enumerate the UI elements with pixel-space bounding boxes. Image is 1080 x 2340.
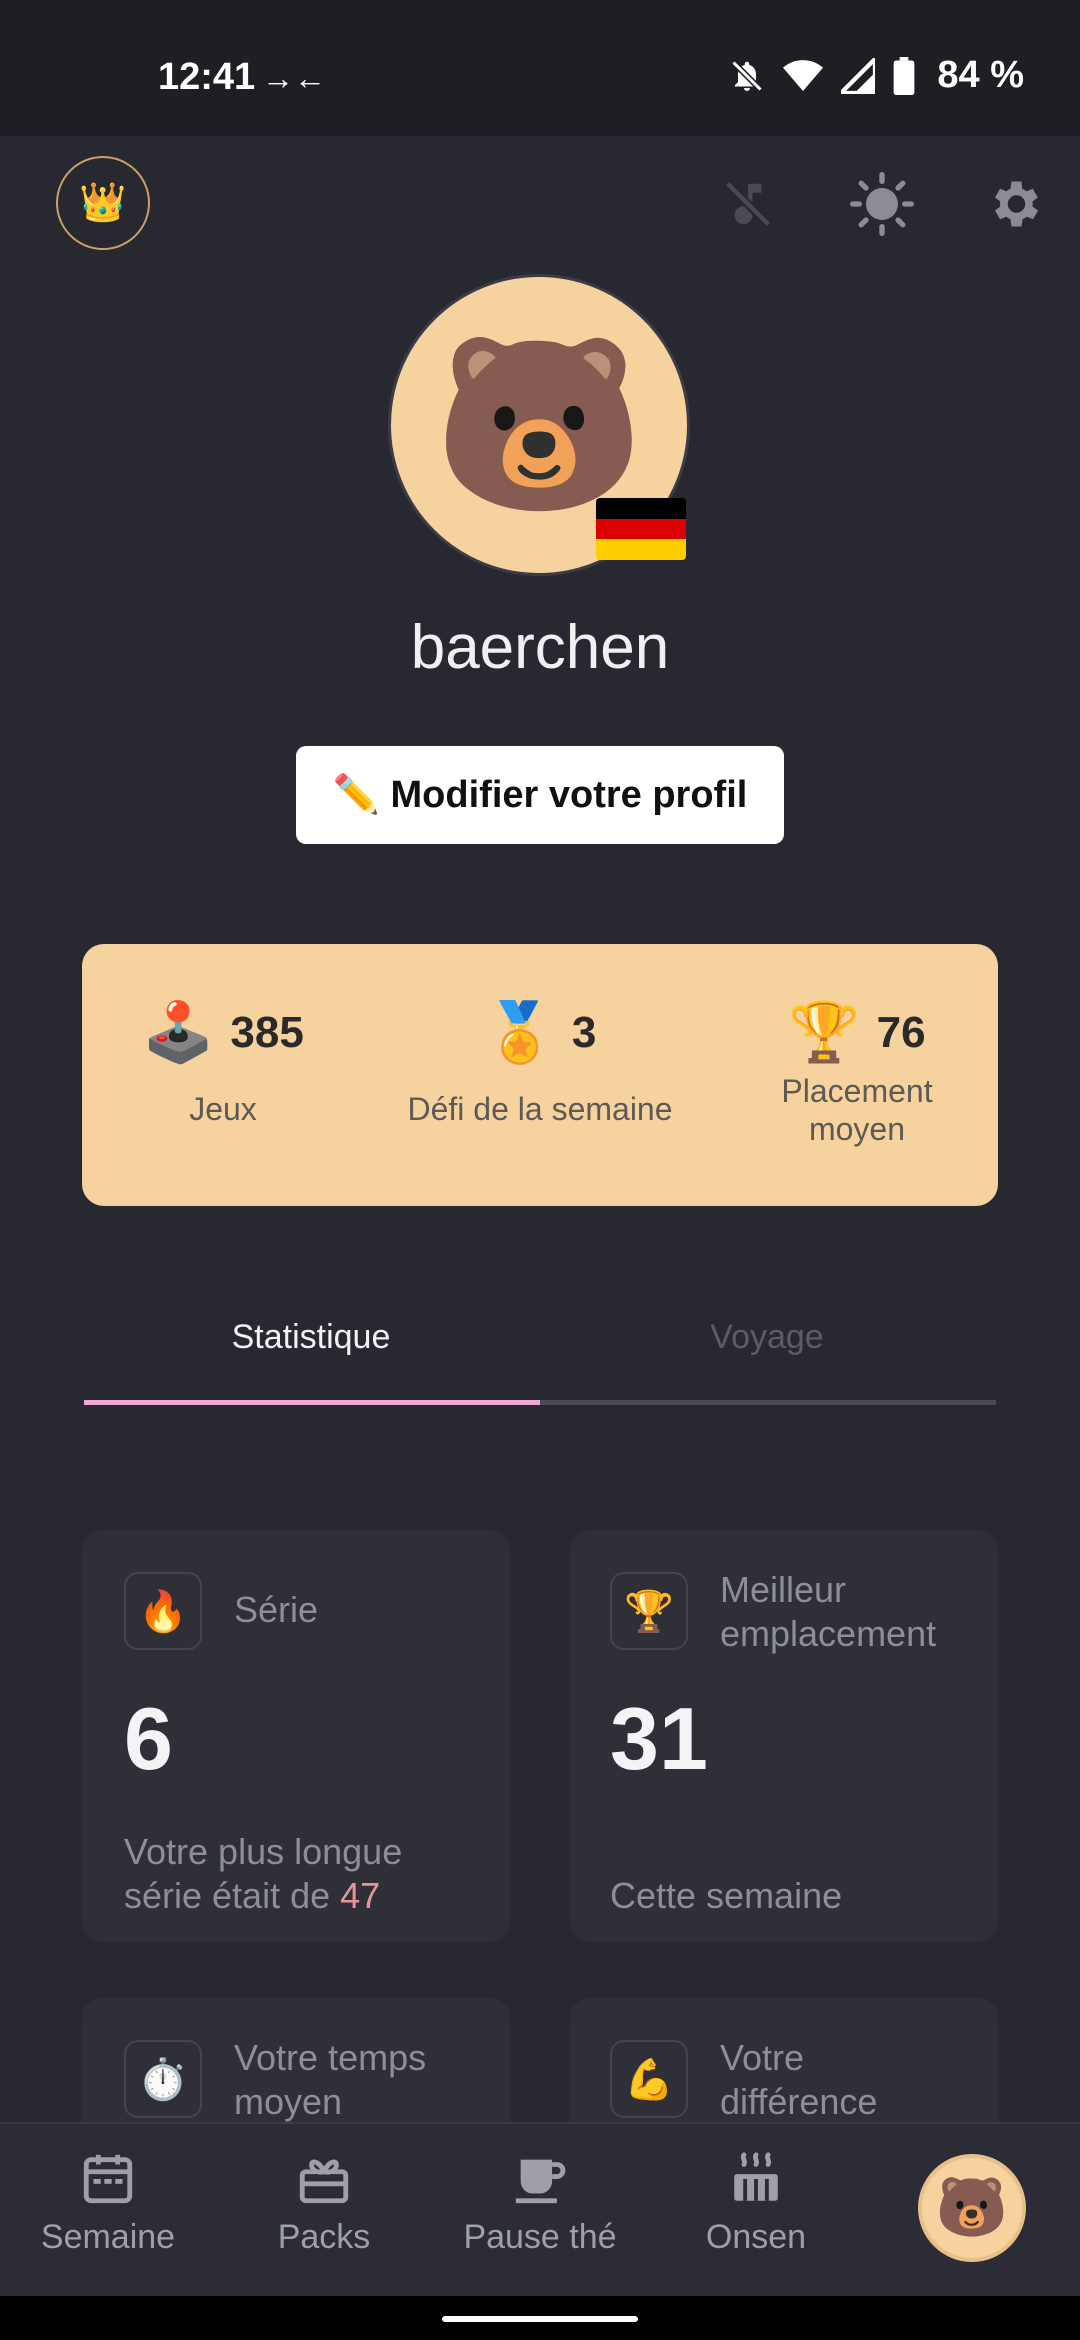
tile-best-placement-subtitle: Cette semaine <box>610 1875 843 1916</box>
tab-indicator-track <box>540 1400 996 1405</box>
joystick-icon: 🕹️ <box>142 1000 215 1065</box>
signal-icon <box>841 57 876 94</box>
tab-indicator-active <box>84 1400 540 1405</box>
stat-games-label: Jeux <box>189 1091 257 1127</box>
stat-games: 🕹️ 385 Jeux <box>98 944 348 1206</box>
stat-weekly-challenge: 🏅 3 Défi de la semaine <box>382 944 698 1206</box>
music-off-button[interactable] <box>716 172 780 236</box>
status-time: 12:41 <box>158 56 256 98</box>
tea-cup-icon <box>515 2159 566 2204</box>
nav-semaine[interactable]: Semaine <box>0 2150 216 2257</box>
nav-onsen-label: Onsen <box>705 2218 807 2256</box>
tile-best-placement: 🏆 Meilleur emplacement 31 Cette semaine <box>570 1530 998 1942</box>
username: baerchen <box>410 613 670 682</box>
tile-difference: 💪 Votre différence <box>570 1998 998 2122</box>
nav-profile-avatar[interactable]: 🐻 <box>918 2154 1026 2262</box>
fire-icon: 🔥 <box>124 1572 202 1650</box>
premium-crown-button[interactable]: 👑 <box>56 156 150 250</box>
calendar-icon <box>83 2154 133 2204</box>
settings-button[interactable] <box>982 172 1046 236</box>
music-off-icon <box>724 180 772 228</box>
medal-icon: 🏅 <box>483 1000 556 1065</box>
tile-average-time: ⏱️ Votre temps moyen <box>82 1998 510 2122</box>
trophy-icon: 🏆 <box>788 1000 861 1065</box>
status-icons: 84 % <box>729 54 1024 97</box>
home-indicator[interactable] <box>442 2316 638 2322</box>
onsen-icon <box>734 2152 778 2201</box>
flexed-biceps-icon: 💪 <box>610 2040 688 2118</box>
brightness-icon <box>850 172 914 236</box>
stats-card: 🕹️ 385 Jeux 🏅 3 Défi de la semaine 🏆 76 … <box>82 944 998 1206</box>
germany-flag-icon <box>596 498 686 560</box>
edit-profile-button[interactable]: ✏️ Modifier votre profil <box>296 746 784 844</box>
nav-pause-the-label: Pause thé <box>463 2218 617 2256</box>
tile-streak-subtitle: Votre plus longue série était de 47 <box>124 1830 464 1918</box>
stat-weekly-challenge-value: 3 <box>571 1008 597 1057</box>
data-saver-arrows-icon: →← <box>262 60 326 96</box>
tab-voyage[interactable]: Voyage <box>538 1318 996 1357</box>
tile-average-time-title: Votre temps moyen <box>234 2037 427 2122</box>
nav-pause-the[interactable]: Pause thé <box>432 2150 648 2257</box>
gear-icon <box>995 181 1038 227</box>
stat-average-placement-label: Placement moyen <box>781 1073 933 1147</box>
nav-onsen[interactable]: Onsen <box>648 2150 864 2257</box>
bear-avatar-icon: 🐻 <box>935 2175 1009 2240</box>
wifi-icon <box>783 59 824 91</box>
battery-icon <box>894 56 915 95</box>
edit-profile-label: ✏️ Modifier votre profil <box>332 774 748 816</box>
nav-semaine-label: Semaine <box>40 2218 176 2256</box>
tile-streak-longest-value: 47 <box>340 1875 381 1916</box>
tile-streak-value: 6 <box>124 1689 173 1788</box>
tile-best-placement-title: Meilleur emplacement <box>720 1569 937 1654</box>
tile-streak-title: Série <box>234 1589 319 1630</box>
tab-statistique[interactable]: Statistique <box>82 1318 540 1357</box>
trophy-icon: 🏆 <box>610 1572 688 1650</box>
battery-percent: 84 % <box>937 54 1024 96</box>
bell-off-icon <box>731 59 763 92</box>
stat-average-placement: 🏆 76 Placement moyen <box>732 944 982 1206</box>
crown-icon: 👑 <box>79 182 127 224</box>
stat-games-value: 385 <box>230 1008 304 1057</box>
nav-packs-label: Packs <box>277 2218 371 2256</box>
stopwatch-icon: ⏱️ <box>124 2040 202 2118</box>
tile-best-placement-value: 31 <box>610 1689 708 1788</box>
theme-toggle-button[interactable] <box>850 172 914 236</box>
stat-average-placement-value: 76 <box>876 1008 926 1057</box>
bear-avatar-icon: 🐻 <box>433 330 645 520</box>
stat-weekly-challenge-label: Défi de la semaine <box>407 1091 673 1127</box>
gift-box-icon <box>299 2159 349 2204</box>
tile-streak: 🔥 Série 6 Votre plus longue série était … <box>82 1530 510 1942</box>
tile-difference-title: Votre différence <box>720 2037 878 2122</box>
nav-packs[interactable]: Packs <box>216 2150 432 2257</box>
